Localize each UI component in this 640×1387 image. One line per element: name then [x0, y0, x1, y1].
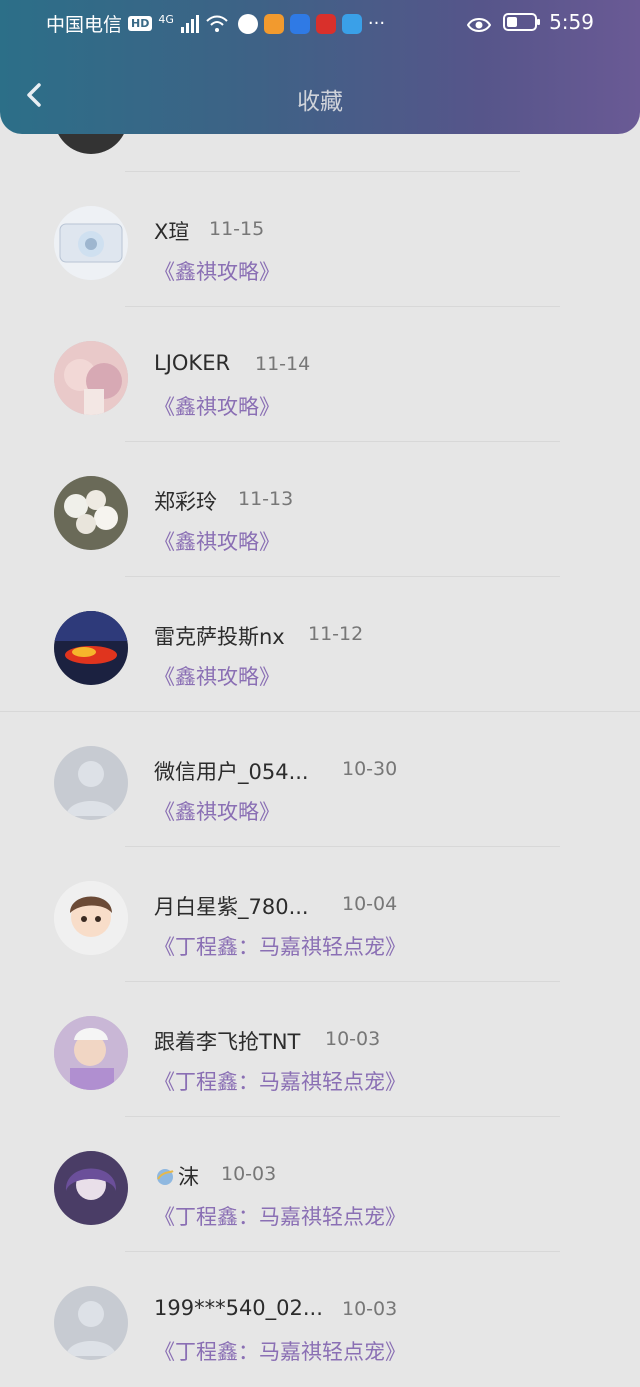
user-name: LJOKER	[154, 351, 231, 375]
list-item[interactable]: 月白星紫_780... 10-04 《丁程鑫：马嘉祺轻点宠》	[0, 847, 640, 982]
avatar[interactable]	[54, 611, 128, 685]
battery-icon	[503, 13, 541, 31]
status-bar: 中国电信 HD 4G ··· 5:59	[0, 0, 640, 44]
date: 10-30	[342, 758, 398, 780]
date: 11-12	[308, 623, 364, 645]
list-item[interactable]: 郑彩玲 11-13 《鑫祺攻略》	[0, 442, 640, 577]
sparkle-icon	[154, 1165, 176, 1187]
user-name: 郑彩玲	[154, 490, 217, 514]
work-title[interactable]: 《鑫祺攻略》	[154, 526, 280, 556]
notification-icons: ···	[237, 13, 386, 34]
avatar[interactable]	[54, 206, 128, 280]
list-item[interactable]: LJOKER 11-14 《鑫祺攻略》	[0, 307, 640, 442]
page-title: 收藏	[297, 89, 343, 115]
app-icon-play	[263, 13, 284, 34]
user-name: 月白星紫_780...	[154, 895, 309, 919]
avatar[interactable]	[54, 1016, 128, 1090]
user-name: 199***540_02...	[154, 1296, 323, 1320]
avatar[interactable]	[54, 1151, 128, 1225]
signal-icon	[180, 14, 200, 33]
work-title[interactable]: 《鑫祺攻略》	[154, 391, 280, 421]
work-title[interactable]: 《鑫祺攻略》	[154, 256, 280, 286]
more-label: ···	[367, 13, 386, 34]
list-item[interactable]: X瑄 11-15 《鑫祺攻略》	[0, 172, 640, 307]
eye-icon	[466, 14, 492, 32]
date: 11-15	[209, 218, 265, 240]
user-name: 沫	[154, 1161, 199, 1191]
hd-badge: HD	[128, 16, 153, 31]
user-name: X瑄	[154, 220, 190, 244]
list-item[interactable]: 沫 10-03 《丁程鑫：马嘉祺轻点宠》	[0, 1117, 640, 1252]
list-item[interactable]: 跟着李飞抢TNT 10-03 《丁程鑫：马嘉祺轻点宠》	[0, 982, 640, 1117]
avatar[interactable]	[54, 746, 128, 820]
work-title[interactable]: 《鑫祺攻略》	[154, 796, 280, 826]
wifi-icon	[206, 15, 228, 33]
work-title[interactable]: 《丁程鑫：马嘉祺轻点宠》	[154, 1201, 406, 1231]
avatar[interactable]	[54, 881, 128, 955]
date: 11-13	[238, 488, 294, 510]
date: 11-14	[255, 353, 311, 375]
date: 10-03	[221, 1163, 277, 1185]
status-left: 中国电信 HD 4G ···	[46, 10, 385, 37]
user-name: 雷克萨投斯nx	[154, 625, 285, 649]
list-item[interactable]: 199***540_02... 10-03 《丁程鑫：马嘉祺轻点宠》	[0, 1252, 640, 1387]
avatar[interactable]	[54, 341, 128, 415]
work-title[interactable]: 《丁程鑫：马嘉祺轻点宠》	[154, 931, 406, 961]
user-name-text: 沫	[178, 1165, 199, 1189]
avatar[interactable]	[54, 476, 128, 550]
work-title[interactable]: 《丁程鑫：马嘉祺轻点宠》	[154, 1066, 406, 1096]
date: 10-04	[342, 893, 398, 915]
clock: 5:59	[549, 10, 594, 34]
app-icon-bulb	[289, 13, 310, 34]
date: 10-03	[342, 1298, 398, 1320]
app-icon-ball	[237, 13, 258, 34]
carrier-label: 中国电信	[46, 14, 123, 36]
avatar[interactable]	[54, 1286, 128, 1360]
user-name: 跟着李飞抢TNT	[154, 1030, 301, 1054]
header-bar: 中国电信 HD 4G ··· 5:59 收藏	[0, 0, 640, 134]
user-name: 微信用户_054...	[154, 760, 309, 784]
work-title[interactable]: 《丁程鑫：马嘉祺轻点宠》	[154, 1336, 406, 1366]
date: 10-03	[325, 1028, 381, 1050]
network-label: 4G	[158, 13, 174, 26]
app-icon-red	[315, 13, 336, 34]
status-right: 5:59	[466, 10, 594, 34]
list-item[interactable]: 雷克萨投斯nx 11-12 《鑫祺攻略》	[0, 577, 640, 712]
work-title[interactable]: 《鑫祺攻略》	[154, 661, 280, 691]
list-item[interactable]: 微信用户_054... 10-30 《鑫祺攻略》	[0, 712, 640, 847]
app-icon-search	[341, 13, 362, 34]
